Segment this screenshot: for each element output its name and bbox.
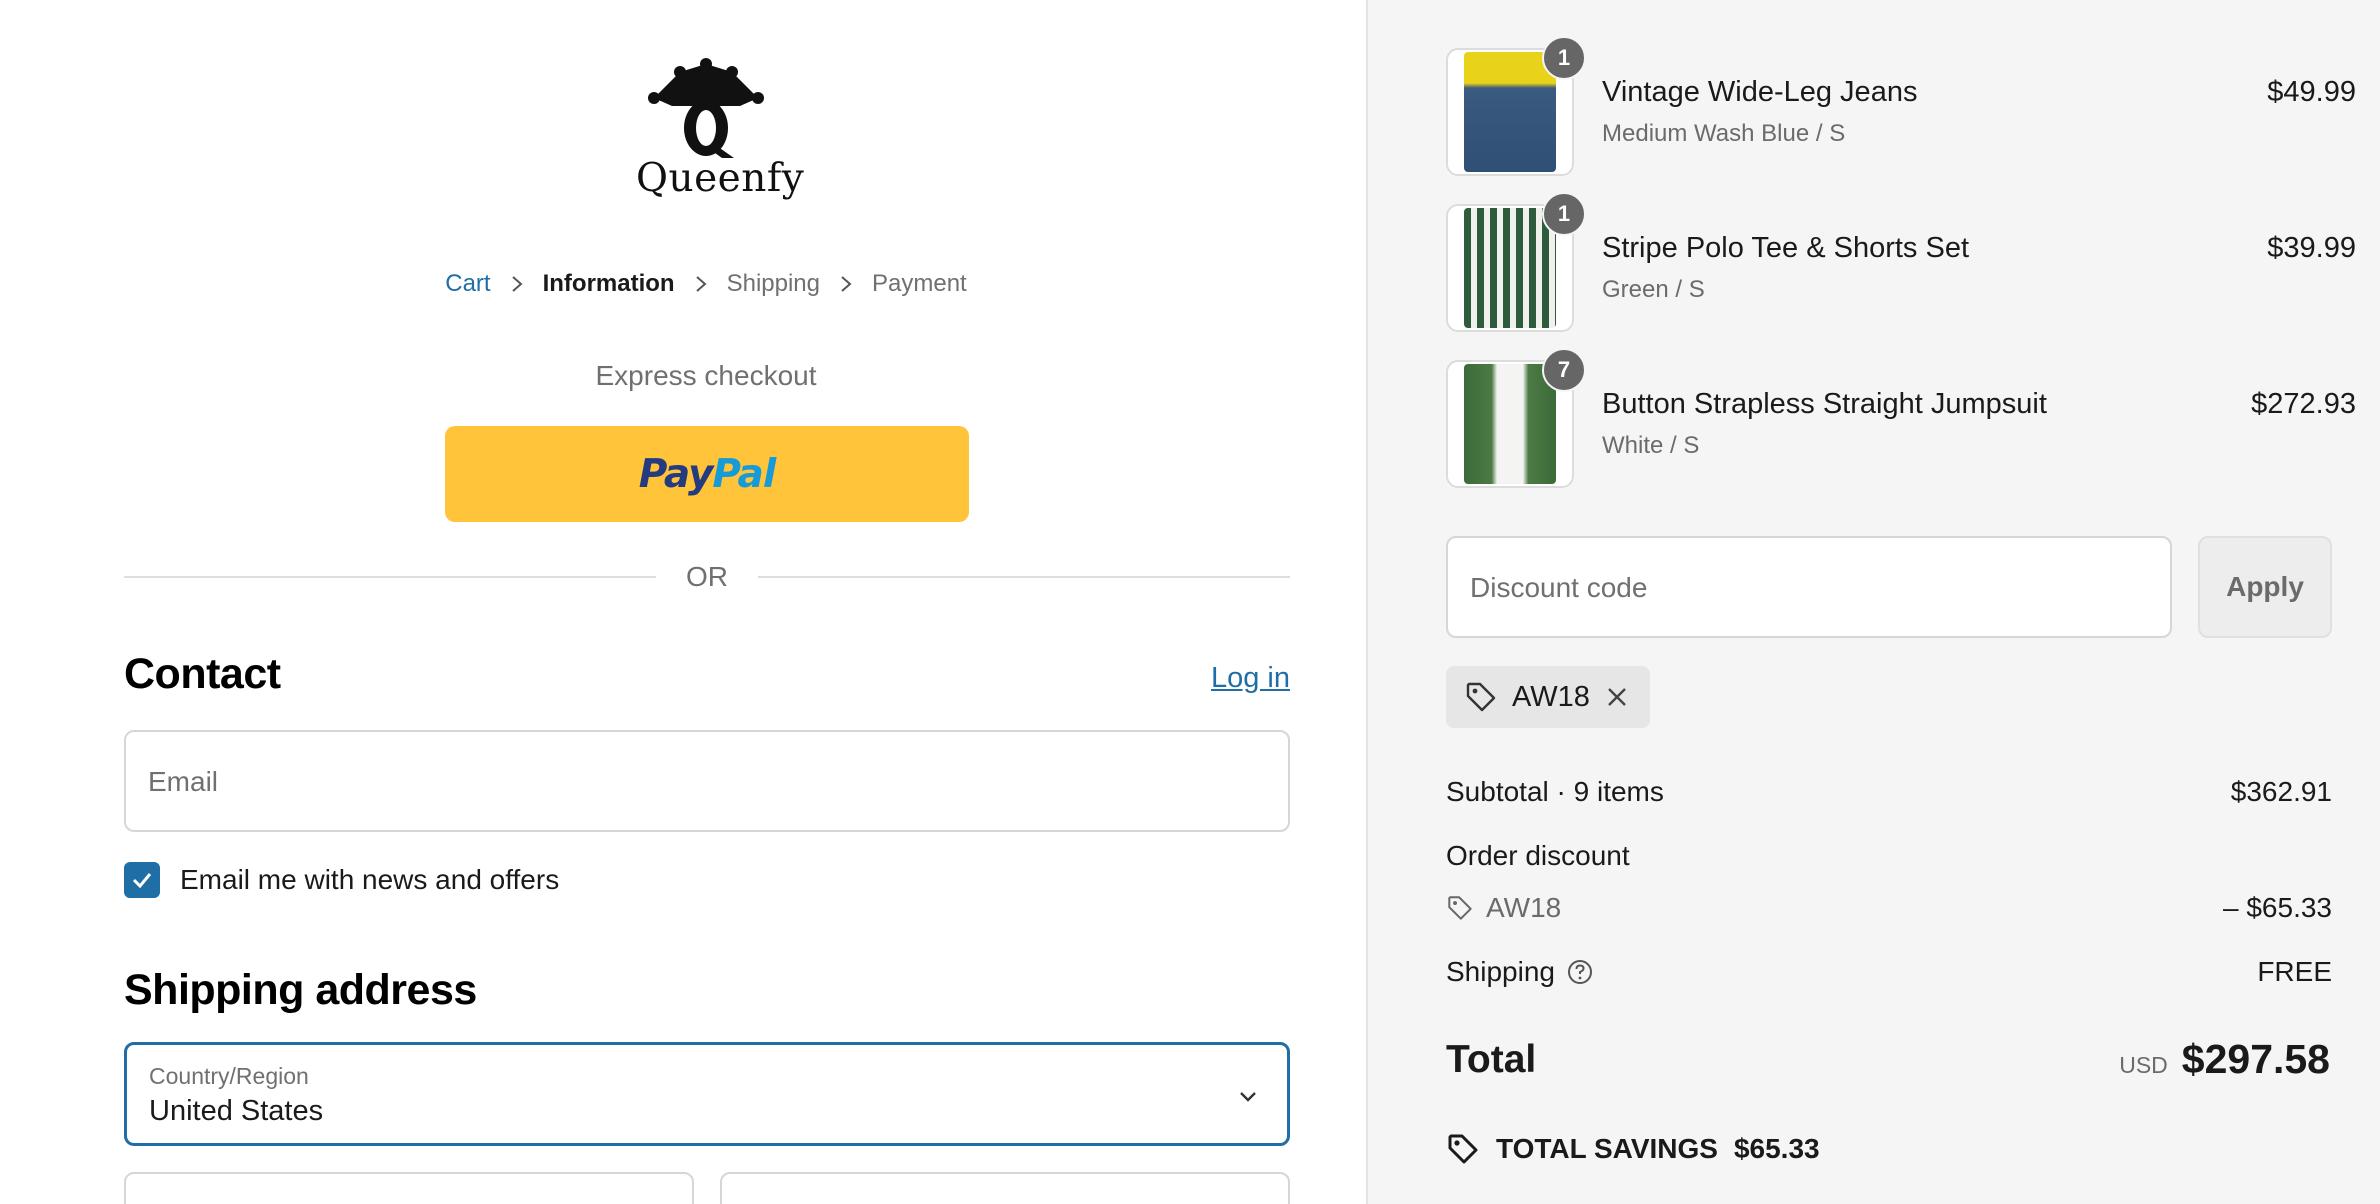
apply-discount-button[interactable]: Apply [2198,536,2332,638]
newsletter-checkbox[interactable] [124,862,160,898]
divider-line [758,576,1290,578]
brand-logo[interactable]: Queenfy [636,58,805,208]
item-variant: Medium Wash Blue / S [1602,120,1846,147]
total-amount: $297.58 [2181,1036,2330,1082]
remove-discount-icon[interactable] [1604,684,1630,710]
order-summary: 1 Vintage Wide-Leg Jeans Medium Wash Blu… [1366,0,2380,1204]
newsletter-option[interactable]: Email me with news and offers [124,862,559,898]
discount-code-text: AW18 [1486,892,1562,923]
express-checkout-title: Express checkout [595,360,817,391]
shipping-row: Shipping FREE [1446,956,2332,988]
chevron-right-icon [840,275,852,293]
item-name: Stripe Polo Tee & Shorts Set [1602,232,1970,264]
item-price: $39.99 [2267,232,2356,264]
cart-item: 1 Vintage Wide-Leg Jeans Medium Wash Blu… [1446,36,2356,178]
contact-title: Contact [124,650,281,698]
product-thumbnail: 1 [1446,192,1586,332]
quantity-badge: 1 [1542,192,1586,236]
shipping-label: Shipping [1446,956,1555,987]
quantity-badge: 1 [1542,36,1586,80]
tag-icon [1448,896,1472,920]
total-label: Total [1446,1038,1537,1081]
cart-item: 1 Stripe Polo Tee & Shorts Set Green / S… [1446,192,2356,334]
order-discount-label: Order discount [1446,840,1630,871]
order-discount-row: Order discount [1446,840,2332,872]
item-variant: White / S [1602,432,1700,459]
item-name: Vintage Wide-Leg Jeans [1602,76,1918,108]
login-link[interactable]: Log in [1211,662,1290,695]
checkmark-icon [132,873,152,889]
shipping-label-group: Shipping [1446,956,1593,988]
subtotal-row: Subtotal · 9 items $362.91 [1446,776,2332,808]
chevron-down-icon [1240,1092,1256,1102]
or-divider: OR [124,560,1290,594]
paypal-button[interactable]: PayPal [445,426,969,522]
product-image [1464,364,1556,484]
checkout-main: Queenfy Cart Information Shipping Paymen… [0,0,1366,1204]
product-image [1464,52,1556,172]
product-image [1464,208,1556,328]
last-name-field[interactable] [720,1172,1290,1204]
discount-code-input[interactable]: Discount code [1446,536,2172,638]
item-price: $49.99 [2267,76,2356,108]
newsletter-label: Email me with news and offers [180,864,560,895]
item-name: Button Strapless Straight Jumpsuit [1602,388,2047,420]
chevron-right-icon [511,275,523,293]
country-value: United States [149,1095,324,1127]
email-field[interactable]: Email [124,730,1290,832]
breadcrumb-payment: Payment [872,270,967,297]
subtotal-label: Subtotal · 9 items [1446,776,1664,807]
email-placeholder: Email [148,766,219,797]
item-variant: Green / S [1602,276,1705,303]
help-icon[interactable] [1567,959,1593,985]
quantity-badge: 7 [1542,348,1586,392]
breadcrumb: Cart Information Shipping Payment [0,270,1412,298]
product-thumbnail: 7 [1446,348,1586,488]
breadcrumb-information: Information [542,270,675,297]
breadcrumb-cart[interactable]: Cart [445,270,490,298]
applied-code: AW18 [1512,680,1590,713]
brand-name: Queenfy [636,156,805,201]
applied-discount-chip: AW18 [1446,666,1650,728]
divider-line [124,576,656,578]
savings-label: TOTAL SAVINGS [1496,1133,1718,1164]
discount-code-detail: AW18 [1446,892,1561,924]
total-savings: TOTAL SAVINGS $65.33 [1446,1132,1820,1166]
chevron-right-icon [695,275,707,293]
tag-icon [1466,682,1496,712]
savings-value: $65.33 [1733,1133,1820,1164]
or-label: OR [686,561,728,592]
tag-icon [1448,1134,1478,1164]
discount-detail-row: AW18 – $65.33 [1446,892,2332,929]
discount-placeholder: Discount code [1470,572,1648,603]
item-price: $272.93 [2251,388,2356,420]
shipping-address-title: Shipping address [124,966,477,1014]
paypal-logo: PayPal [638,451,776,497]
shipping-value: FREE [2257,956,2332,987]
country-select[interactable]: Country/Region United States [124,1042,1290,1146]
subtotal-value: $362.91 [2230,776,2332,807]
cart-item: 7 Button Strapless Straight Jumpsuit Whi… [1446,348,2356,490]
breadcrumb-shipping: Shipping [726,270,821,297]
country-label: Country/Region [149,1063,309,1089]
total-value-group: USD $297.58 [2119,1036,2330,1083]
discount-value: – $65.33 [2223,892,2332,923]
total-currency: USD [2119,1052,2168,1078]
crown-q-icon [648,58,764,158]
first-name-field[interactable] [124,1172,694,1204]
product-thumbnail: 1 [1446,36,1586,176]
